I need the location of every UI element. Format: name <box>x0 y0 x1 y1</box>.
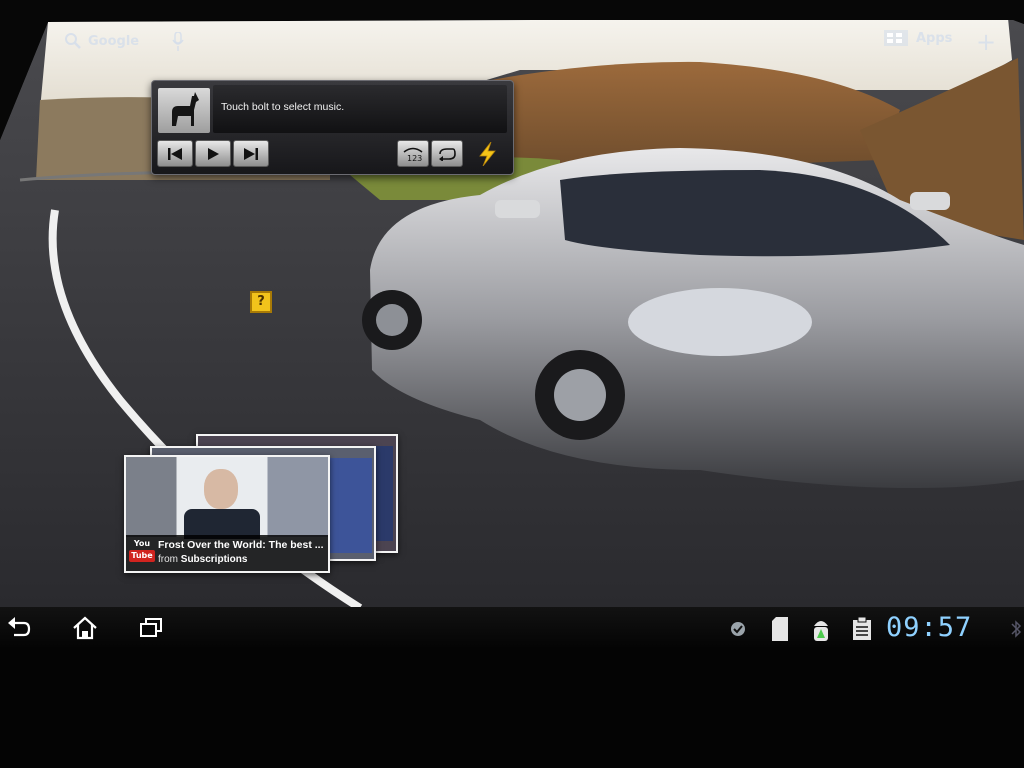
video-caption-bar: You Tube Frost Over the World: The best … <box>126 535 328 571</box>
mode-controls: 123 <box>397 140 463 167</box>
album-art[interactable] <box>158 88 210 133</box>
youtube-card-front[interactable]: You Tube Frost Over the World: The best … <box>124 455 330 573</box>
music-widget: Touch bolt to select music. 123 <box>151 80 514 175</box>
search-label: Google <box>88 33 140 49</box>
repeat-button[interactable] <box>431 140 463 167</box>
play-button[interactable] <box>195 140 231 167</box>
playback-controls <box>157 140 269 167</box>
check-notification-icon[interactable] <box>730 621 746 637</box>
google-search-bar[interactable]: Google <box>64 32 139 50</box>
lightning-bolt-icon <box>479 141 496 166</box>
recent-apps-icon <box>140 618 162 637</box>
shuffle-button[interactable]: 123 <box>397 140 429 167</box>
back-button[interactable] <box>0 613 36 643</box>
svg-text:123: 123 <box>407 154 422 162</box>
previous-button[interactable] <box>157 140 193 167</box>
video-source: from Subscriptions <box>158 554 248 565</box>
previous-icon <box>168 147 182 160</box>
search-icon <box>65 33 81 49</box>
apps-label: Apps <box>916 30 953 46</box>
android-usb-icon[interactable] <box>810 617 832 643</box>
help-icon[interactable]: ? <box>250 291 272 313</box>
recent-apps-button[interactable] <box>133 613 169 643</box>
home-button[interactable] <box>67 613 103 643</box>
youtube-logo-icon: You Tube <box>129 539 155 562</box>
plus-icon[interactable]: + <box>976 28 996 56</box>
video-thumbnail <box>126 457 328 539</box>
clipboard-icon[interactable] <box>852 617 872 641</box>
bluetooth-icon[interactable] <box>1010 619 1022 639</box>
select-music-button[interactable] <box>471 140 503 167</box>
apps-button[interactable]: Apps <box>884 30 952 46</box>
apps-grid-icon <box>884 30 908 46</box>
status-clock[interactable]: 09:57 <box>886 612 972 643</box>
back-icon <box>8 617 31 637</box>
sd-card-icon[interactable] <box>770 617 790 641</box>
now-playing-panel[interactable]: Touch bolt to select music. <box>213 85 507 133</box>
shuffle-123-icon: 123 <box>403 147 423 162</box>
next-icon <box>244 147 258 160</box>
tablet-screen: Google Apps + Touch bolt to select music… <box>0 0 1024 768</box>
home-icon <box>73 616 97 640</box>
video-title: Frost Over the World: The best ... <box>158 539 324 551</box>
play-icon <box>208 147 219 160</box>
system-bar: 09:57 <box>0 607 1024 649</box>
microphone-icon[interactable] <box>172 31 184 56</box>
next-button[interactable] <box>233 140 269 167</box>
now-playing-text: Touch bolt to select music. <box>221 101 345 113</box>
llama-icon <box>172 92 199 126</box>
repeat-icon <box>439 147 456 161</box>
